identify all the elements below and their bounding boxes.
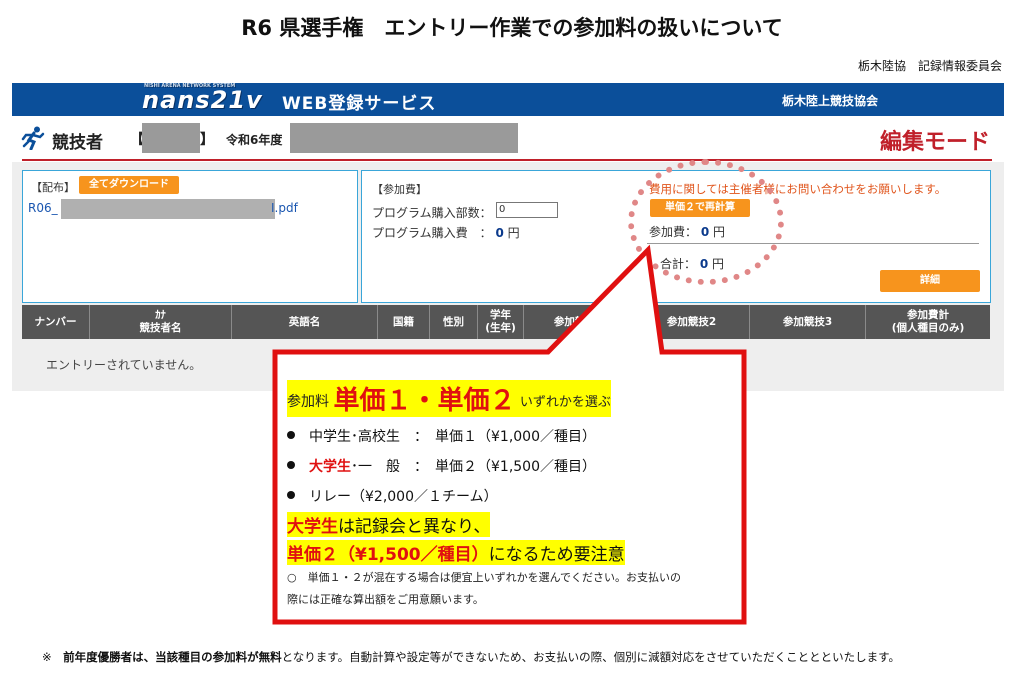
callout-emphasis-2: 単価２（¥1,500／種目）になるため要注意 (287, 540, 625, 565)
emphasis-red: 単価２（¥1,500／種目） (287, 545, 489, 565)
callout-heading-prefix: 参加料 (287, 394, 329, 410)
callout-heading: 参加料 単価１・単価２ いずれかを選ぶ (287, 380, 611, 417)
bullet-dot-icon (287, 461, 295, 469)
footer-note: ※ 前年度優勝者は、当該種目の参加料が無料となります。自動計算や設定等ができない… (42, 649, 900, 665)
emphasis-rest: は記録会と異なり、 (338, 517, 491, 537)
callout-content: 参加料 単価１・単価２ いずれかを選ぶ 中学生･高校生 ： 単価１（¥1,000… (275, 352, 744, 622)
bullet-dot-icon (287, 491, 295, 499)
bullet-text: 中学生･高校生 ： 単価１（¥1,000／種目） (309, 429, 596, 445)
bullet-junior-high: 中学生･高校生 ： 単価１（¥1,000／種目） (287, 426, 596, 446)
callout-heading-suffix: いずれかを選ぶ (519, 395, 611, 410)
callout-note-2: 際には正確な算出額をご用意願います。 (287, 593, 484, 606)
bullet-red-text: 大学生 (309, 459, 351, 475)
callout-note-1: ○ 単価１・２が混在する場合は便宜上いずれかを選んでください。お支払いの (287, 571, 682, 584)
footer-mark: ※ (42, 650, 52, 664)
bullet-text: リレー（¥2,000／１チーム） (309, 489, 498, 505)
bullet-university: 大学生･一 般 ： 単価２（¥1,500／種目） (287, 456, 596, 476)
callout-heading-big: 単価１・単価２ (333, 386, 516, 416)
bullet-relay: リレー（¥2,000／１チーム） (287, 486, 498, 506)
footer-bold: 前年度優勝者は、当該種目の参加料が無料 (63, 650, 282, 664)
emphasis-rest: になるため要注意 (488, 545, 625, 565)
bullet-text: ･一 般 ： 単価２（¥1,500／種目） (351, 459, 596, 475)
callout-emphasis-1: 大学生は記録会と異なり、 (287, 512, 491, 537)
emphasis-red: 大学生 (287, 517, 338, 537)
footer-rest: となります。自動計算や設定等ができないため、お支払いの際、個別に減額対応をさせて… (281, 650, 900, 664)
bullet-dot-icon (287, 431, 295, 439)
